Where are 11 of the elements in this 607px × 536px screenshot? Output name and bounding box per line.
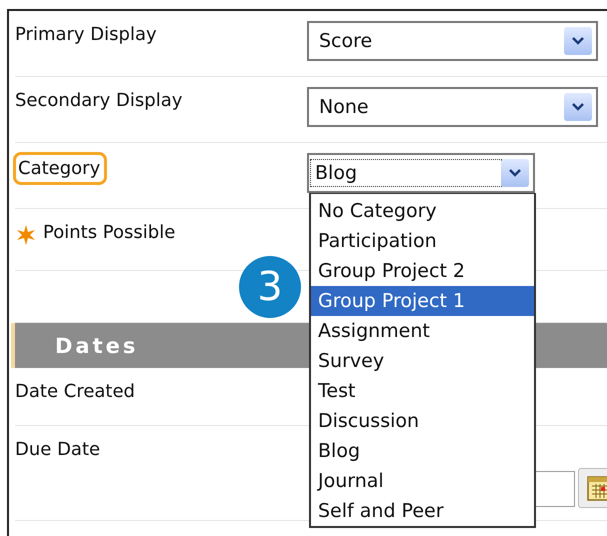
select-field[interactable]: Score — [307, 21, 598, 61]
field-label: Points Possible — [43, 222, 176, 243]
field-label: Date Created — [15, 381, 135, 402]
select-field[interactable]: Blog — [307, 153, 535, 193]
field-label: Due Date — [15, 439, 100, 460]
field-label: Secondary Display — [15, 90, 182, 111]
dropdown-option[interactable]: Group Project 1 — [311, 286, 534, 316]
step-number-badge: 3 — [239, 256, 301, 318]
field-label: Primary Display — [15, 24, 157, 45]
field-label: Category — [13, 152, 108, 185]
select-field[interactable]: None — [307, 87, 598, 127]
